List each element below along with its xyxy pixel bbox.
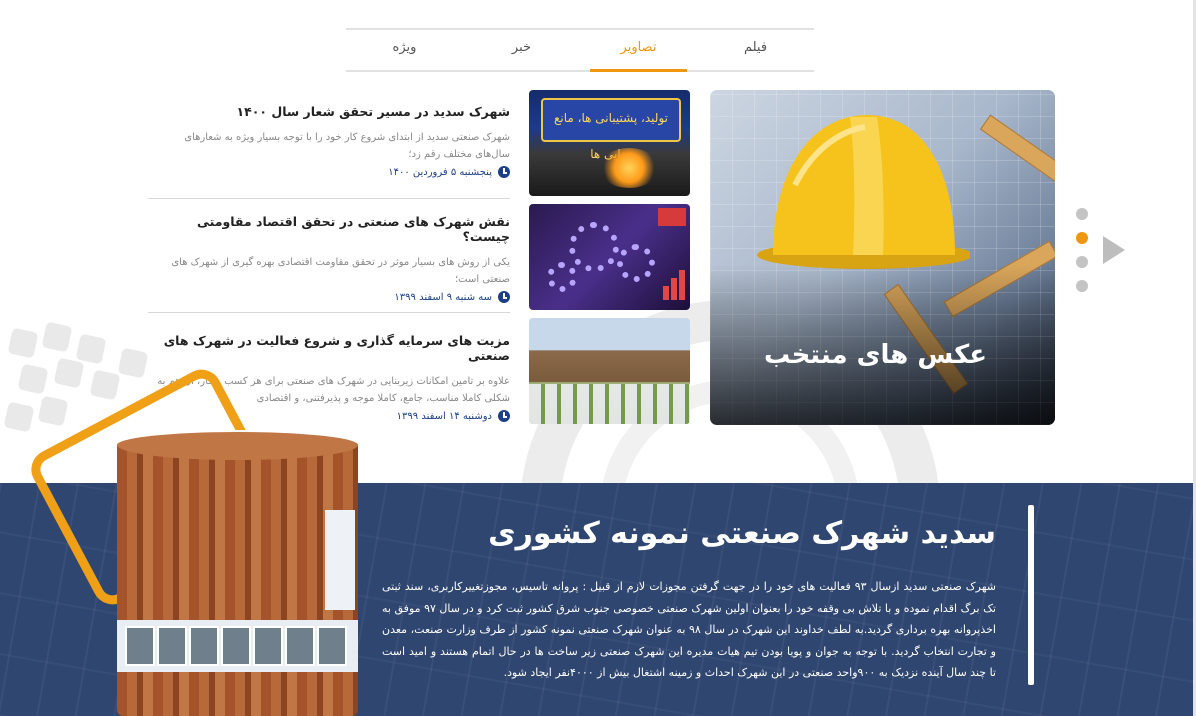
tab-label: فیلم [743, 40, 768, 55]
thumbnail-gears[interactable] [529, 204, 690, 310]
news-title[interactable]: نقش شهرک های صنعتی در تحقق اقتصاد مقاومت… [148, 214, 510, 244]
clock-icon [498, 166, 510, 178]
tower-roof [117, 430, 358, 460]
gear-icon [617, 244, 655, 282]
news-summary: شهرک صنعتی سدید از ابتدای شروع کار خود ر… [184, 132, 510, 160]
about-text: شهرک صنعتی سدید ازسال ۹۳ فعالیت های خود … [382, 580, 996, 679]
news-divider [148, 198, 510, 199]
slider-dot[interactable] [1076, 256, 1088, 268]
news-title[interactable]: شهرک سدید در مسیر تحقق شعار سال ۱۴۰۰ [148, 104, 510, 119]
clock-icon [498, 291, 510, 303]
news-date-text: دوشنبه ۱۴ اسفند ۱۳۹۹ [396, 410, 492, 422]
slider-dot[interactable] [1076, 280, 1088, 292]
news-date-text: سه شنبه ۹ اسفند ۱۳۹۹ [394, 291, 492, 303]
tab-label: خبر [511, 40, 532, 55]
tab-images[interactable]: تصاویر [580, 30, 697, 72]
news-item: شهرک سدید در مسیر تحقق شعار سال ۱۴۰۰ شهر… [148, 104, 510, 178]
slider-dot[interactable] [1076, 208, 1088, 220]
news-title[interactable]: مزیت های سرمایه گذاری و شروع فعالیت در ش… [148, 333, 510, 363]
thumbnail-tag [658, 208, 686, 226]
tower-windows [117, 620, 358, 672]
gear-icon [547, 262, 577, 292]
paving-pattern [529, 384, 690, 424]
tab-label: تصاویر [620, 40, 657, 55]
page: فیلم تصاویر خبر ویژه عکس های منتخب تولید… [0, 0, 1196, 716]
tab-films[interactable]: فیلم [697, 30, 814, 70]
news-date: سه شنبه ۹ اسفند ۱۳۹۹ [148, 291, 510, 303]
tab-label: ویژه [392, 40, 417, 55]
thumbnail-factory[interactable]: تولید، پشتیبانی ها، مانع زدایی ها [529, 90, 690, 196]
news-divider [148, 312, 510, 313]
next-arrow-icon[interactable] [1103, 236, 1125, 264]
building-tower-image [117, 430, 358, 716]
slider-dot-active[interactable] [1076, 232, 1088, 244]
thumbnail-banner: تولید، پشتیبانی ها، مانع زدایی ها [541, 98, 681, 161]
tower-side-window [325, 510, 355, 610]
news-date: پنجشنبه ۵ فروردین ۱۴۰۰ [148, 166, 510, 178]
media-tabs: فیلم تصاویر خبر ویژه [346, 28, 814, 72]
welding-sparks [599, 148, 659, 188]
thumbnail-buildings[interactable] [529, 318, 690, 424]
gear-icon [569, 222, 619, 272]
news-summary: یکی از روش های بسیار موثر در تحقق مقاومت… [171, 257, 510, 285]
tower-wood-facade [117, 444, 358, 716]
tab-special[interactable]: ویژه [346, 30, 463, 70]
about-title: سدید شهرک صنعتی نمونه کشوری [488, 516, 996, 551]
about-accent-bar [1028, 505, 1034, 685]
featured-gallery-card[interactable]: عکس های منتخب [710, 90, 1055, 425]
featured-title: عکس های منتخب [764, 340, 987, 370]
tab-news[interactable]: خبر [463, 30, 580, 70]
news-date-text: پنجشنبه ۵ فروردین ۱۴۰۰ [388, 166, 492, 178]
slider-dots [1076, 208, 1088, 304]
hard-hat-image [757, 115, 970, 269]
clock-icon [498, 410, 510, 422]
news-item: نقش شهرک های صنعتی در تحقق اقتصاد مقاومت… [148, 214, 510, 303]
